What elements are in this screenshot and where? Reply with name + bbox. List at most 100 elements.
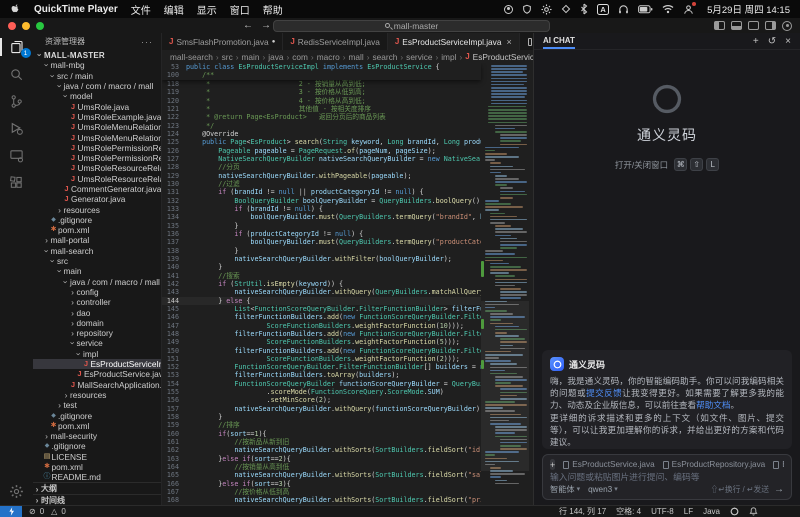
tree-item-mall-mbg[interactable]: ›mall-mbg — [33, 60, 161, 70]
code-line-119[interactable]: 119 * 3 - 按价格从低到高; — [162, 88, 481, 96]
code-line-162[interactable]: 162 nativeSearchQueryBuilder.withSorts(S… — [162, 446, 481, 454]
menubar-clock[interactable]: 5月29日 周四 14:15 — [707, 2, 790, 16]
code-line-150[interactable]: 150 filterFunctionBuilders.add(new Funct… — [162, 347, 481, 355]
code-line-134[interactable]: 134 boolQueryBuilder.must(QueryBuilders.… — [162, 213, 481, 221]
breadcrumb-part[interactable]: service — [406, 52, 432, 62]
code-editor[interactable]: 118 * 2 - 按销量从高到低;119 * 3 - 按价格从低到高;120 … — [162, 63, 533, 505]
code-line-133[interactable]: 133 if (brandId != null) { — [162, 205, 481, 213]
code-line-128[interactable]: 128 //分页 — [162, 163, 481, 171]
breadcrumb-part[interactable]: src — [222, 52, 233, 62]
tree-item-domain[interactable]: ›domain — [33, 318, 161, 328]
breadcrumb-part[interactable]: java — [268, 52, 283, 62]
screen-recording-icon[interactable] — [504, 5, 513, 14]
breadcrumb-part[interactable]: mall-search — [170, 52, 213, 62]
new-chat-icon[interactable]: + — [753, 36, 759, 47]
code-line-153[interactable]: 153 filterFunctionBuilders.toArray(build… — [162, 371, 481, 379]
window-minimize-button[interactable] — [22, 22, 30, 30]
code-line-129[interactable]: 129 nativeSearchQueryBuilder.withPageabl… — [162, 172, 481, 180]
tree-item-UmsRoleExample.java[interactable]: JUmsRoleExample.java — [33, 112, 161, 122]
editor-tab-EsProductServiceImpl.java[interactable]: JEsProductServiceImpl.java× — [388, 33, 520, 50]
code-line-161[interactable]: 161 //按新品从新到旧 — [162, 438, 481, 446]
chat-link[interactable]: 提交反馈 — [586, 388, 622, 398]
breadcrumb-part[interactable]: macro — [317, 52, 340, 62]
tree-item-UmsRoleMenuRelationExample.java[interactable]: JUmsRoleMenuRelationExample.java — [33, 132, 161, 142]
chat-input-card[interactable]: + EsProductService.javaEsProductReposito… — [542, 454, 792, 500]
search-activity-icon[interactable] — [7, 65, 27, 83]
settings-gear-icon[interactable] — [7, 482, 27, 500]
nav-back-button[interactable]: ← — [243, 18, 253, 33]
tree-item-java / com / macro / mall[interactable]: ›java / com / macro / mall — [33, 81, 161, 91]
code-line-166[interactable]: 166 }else if(sort==3){ — [162, 480, 481, 488]
breadcrumb-part[interactable]: com — [292, 52, 308, 62]
code-line-149[interactable]: 149 ScoreFunctionBuilders.weightFactorFu… — [162, 338, 481, 346]
problems-status[interactable]: ⊘0 △0 — [29, 507, 66, 516]
customize-layout-icon[interactable] — [765, 21, 776, 30]
tree-item-MALL-MASTER[interactable]: ›MALL-MASTER — [33, 50, 161, 60]
extensions-activity-icon[interactable] — [7, 173, 27, 191]
code-line-142[interactable]: 142 if (StrUtil.isEmpty(keyword)) { — [162, 280, 481, 288]
account-circle-icon[interactable] — [782, 21, 792, 31]
sidebar-section-时间线[interactable]: ›时间线 — [33, 494, 161, 505]
bluetooth-icon[interactable] — [580, 3, 588, 15]
tree-item-controller[interactable]: ›controller — [33, 297, 161, 307]
wifi-icon[interactable] — [662, 4, 674, 14]
minimap-slider[interactable] — [481, 301, 529, 471]
code-line-158[interactable]: 158 } — [162, 413, 481, 421]
tree-item-EsProductService.java[interactable]: JEsProductService.java — [33, 369, 161, 379]
tree-item-mall-search[interactable]: ›mall-search — [33, 246, 161, 256]
code-line-53[interactable]: 53public class EsProductServiceImpl impl… — [162, 63, 481, 71]
code-lines[interactable]: 118 * 2 - 按销量从高到低;119 * 3 - 按价格从低到高;120 … — [162, 80, 481, 505]
remote-indicator[interactable] — [0, 506, 22, 517]
eol-status[interactable]: LF — [684, 507, 693, 516]
explorer-activity-icon[interactable]: 1 — [7, 38, 27, 56]
tree-item-README.md[interactable]: ⓘREADME.md — [33, 472, 161, 482]
tree-item-mall-security[interactable]: ›mall-security — [33, 431, 161, 441]
remote-explorer-activity-icon[interactable] — [7, 146, 27, 164]
code-line-122[interactable]: 122 * @return Page<EsProduct> 返回分页后的商品列表 — [162, 113, 481, 121]
tree-item-src[interactable]: ›src — [33, 256, 161, 266]
apple-menu-icon[interactable] — [10, 3, 21, 15]
source-control-activity-icon[interactable] — [7, 92, 27, 110]
tree-item-UmsRoleResourceRelationExample.j...[interactable]: JUmsRoleResourceRelationExample.j... — [33, 174, 161, 184]
explorer-more-actions-icon[interactable]: ··· — [141, 37, 153, 47]
send-button-icon[interactable]: → — [774, 484, 784, 495]
breadcrumb[interactable]: mall-search›src›main›java›com›macro›mall… — [162, 50, 533, 63]
code-line-120[interactable]: 120 * 4 - 按价格从高到低; — [162, 97, 481, 105]
chat-history-icon[interactable]: ↺ — [768, 36, 776, 47]
code-line-137[interactable]: 137 boolQueryBuilder.must(QueryBuilders.… — [162, 238, 481, 246]
close-tab-icon[interactable]: × — [506, 37, 511, 47]
code-line-145[interactable]: 145 List<FunctionScoreQueryBuilder.Filte… — [162, 305, 481, 313]
sidebar-section-大纲[interactable]: ›大纲 — [33, 483, 161, 494]
code-line-136[interactable]: 136 if (productCategoryId != null) { — [162, 230, 481, 238]
code-line-157[interactable]: 157 nativeSearchQueryBuilder.withQuery(f… — [162, 405, 481, 413]
run-debug-activity-icon[interactable] — [7, 119, 27, 137]
window-zoom-button[interactable] — [36, 22, 44, 30]
code-line-121[interactable]: 121 * 其他值 - 按相关度排序 — [162, 105, 481, 113]
code-line-147[interactable]: 147 ScoreFunctionBuilders.weightFactorFu… — [162, 322, 481, 330]
account-icon[interactable] — [683, 4, 694, 15]
code-line-163[interactable]: 163 }else if(sort==2){ — [162, 455, 481, 463]
breadcrumb-part[interactable]: impl — [441, 52, 456, 62]
tree-item-resources[interactable]: ›resources — [33, 204, 161, 214]
app-menu[interactable]: QuickTime Player — [34, 4, 118, 15]
tree-item-EsProductServiceImpl.java[interactable]: JEsProductServiceImpl.java — [33, 359, 161, 369]
code-line-155[interactable]: 155 .scoreMode(FunctionScoreQuery.ScoreM… — [162, 388, 481, 396]
code-line-164[interactable]: 164 //按销量从高到低 — [162, 463, 481, 471]
breadcrumb-part[interactable]: search — [373, 52, 398, 62]
breadcrumb-part[interactable]: main — [241, 52, 259, 62]
gear-menu-icon[interactable] — [541, 4, 552, 15]
tree-item-UmsRoleMenuRelation.java[interactable]: JUmsRoleMenuRelation.java — [33, 122, 161, 132]
code-line-160[interactable]: 160 if(sort==1){ — [162, 430, 481, 438]
notifications-bell-icon[interactable] — [749, 507, 758, 517]
code-line-127[interactable]: 127 NativeSearchQueryBuilder nativeSearc… — [162, 155, 481, 163]
mode-selector[interactable]: 智能体▾ — [550, 483, 580, 495]
menu-item-显示[interactable]: 显示 — [197, 2, 217, 17]
code-line-125[interactable]: 125 public Page<EsProduct> search(String… — [162, 138, 481, 146]
menu-item-编辑[interactable]: 编辑 — [164, 2, 184, 17]
tree-item-src / main[interactable]: ›src / main — [33, 71, 161, 81]
code-line-167[interactable]: 167 //按价格从低到高 — [162, 488, 481, 496]
tree-item-Generator.java[interactable]: JGenerator.java — [33, 194, 161, 204]
code-line-144[interactable]: 144 } else { — [162, 297, 481, 305]
code-line-124[interactable]: 124 @Override — [162, 130, 481, 138]
tree-item-test[interactable]: ›test — [33, 400, 161, 410]
